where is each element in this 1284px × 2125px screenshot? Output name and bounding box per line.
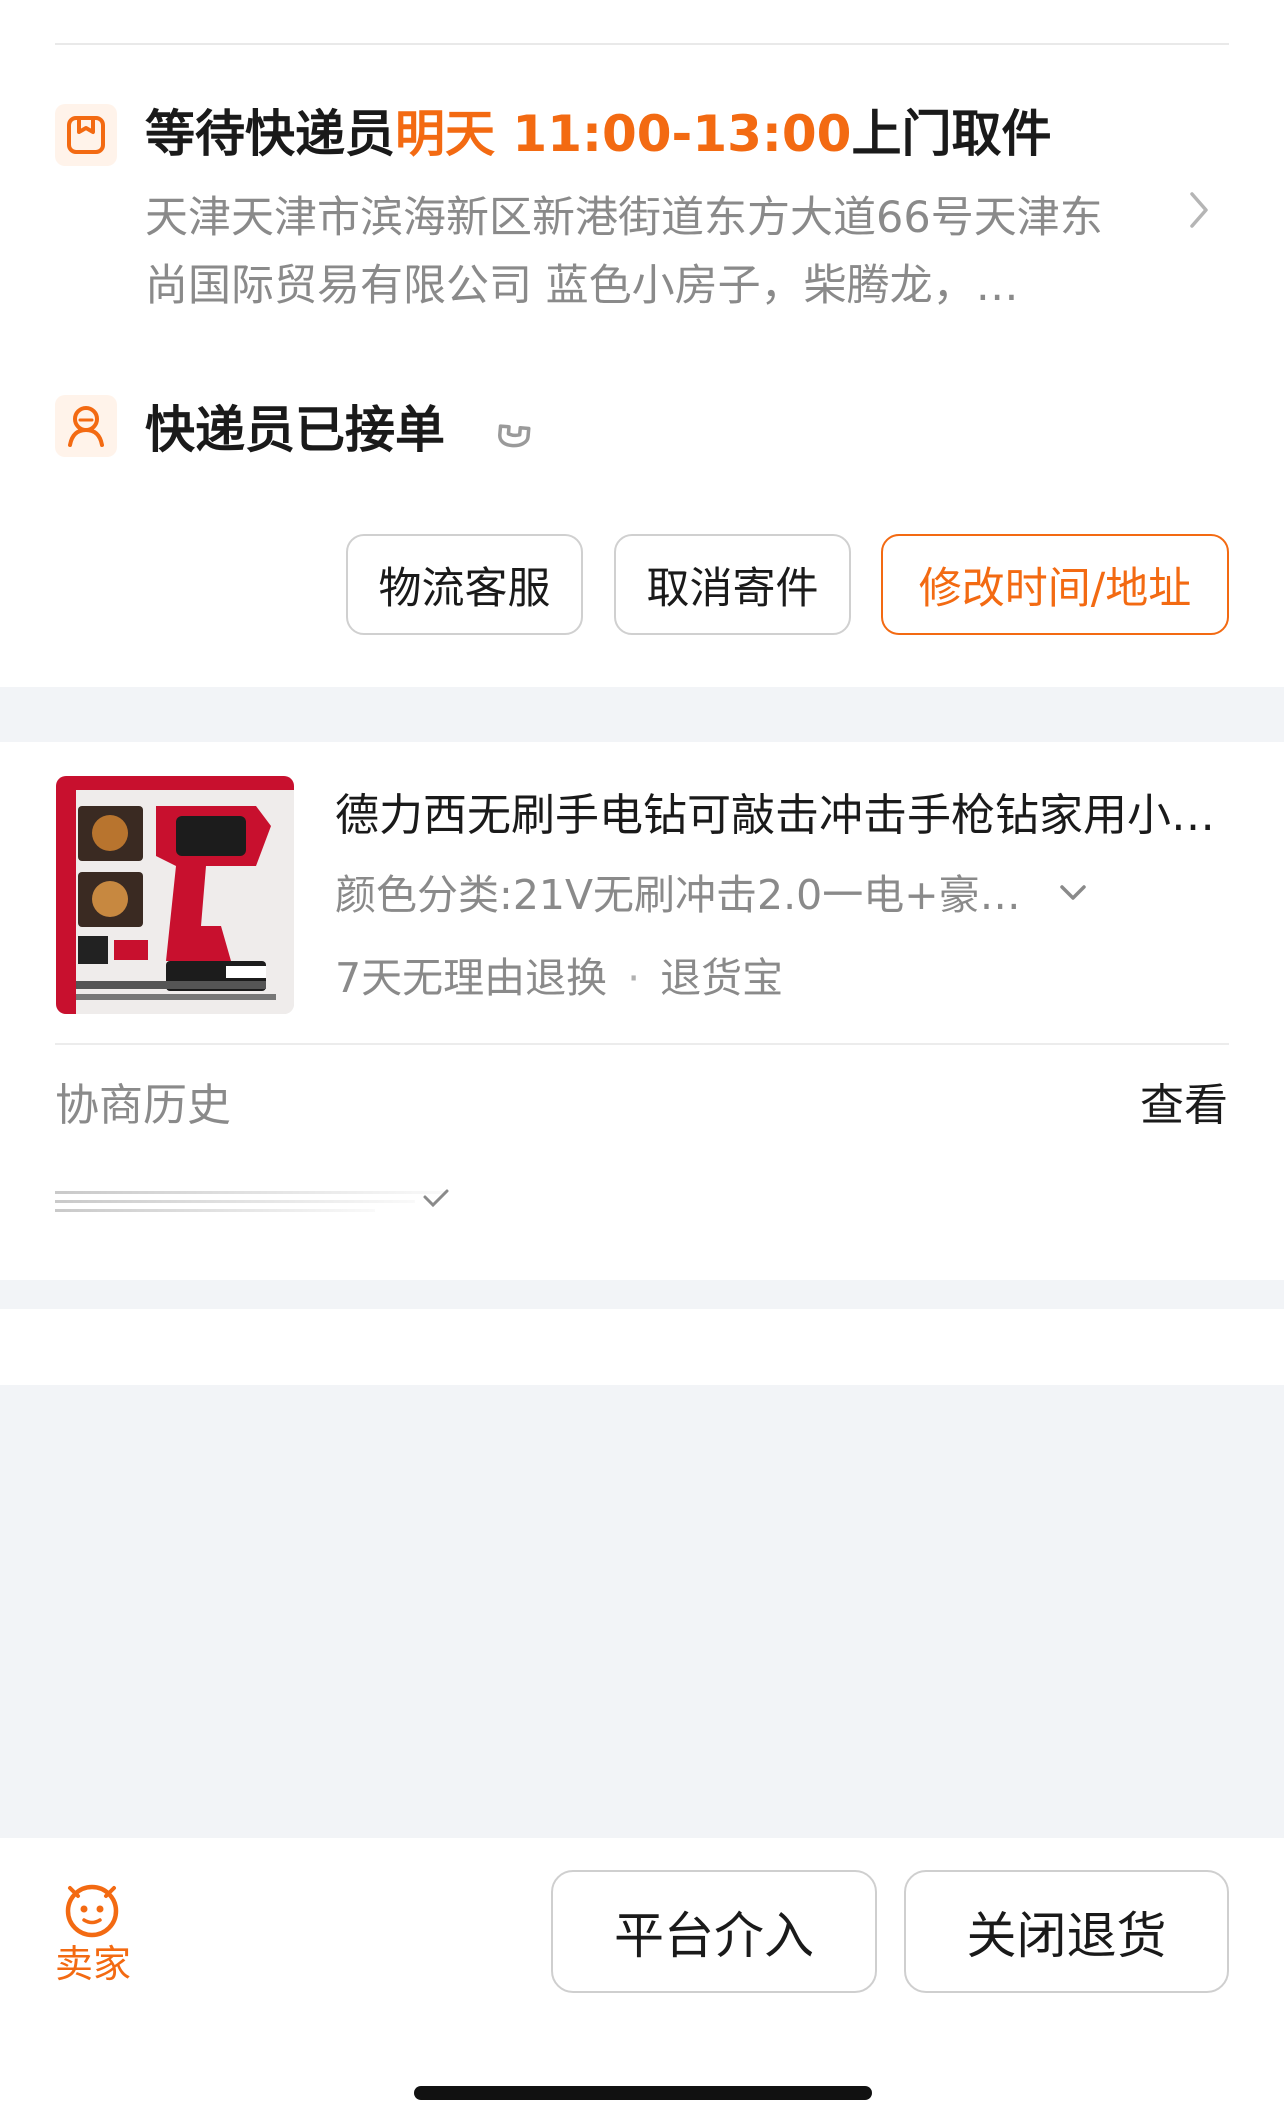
seller-label[interactable]: 卖家 <box>55 1938 131 1990</box>
pickup-title-suffix: 上门取件 <box>851 105 1052 163</box>
courier-status: 快递员已接单 <box>145 401 445 459</box>
bottom-action-bar: 卖家 平台介入 关闭退货 <box>0 1838 1284 2125</box>
pickup-title-prefix: 等待快递员 <box>145 105 395 163</box>
chevron-right-icon[interactable] <box>1184 190 1214 230</box>
close-return-button[interactable]: 关闭退货 <box>904 1870 1229 1993</box>
tag-insurance: 退货宝 <box>660 954 784 1002</box>
home-indicator[interactable] <box>414 2086 872 2100</box>
pickup-time: 明天 11:00-13:00 <box>395 105 852 163</box>
platform-intervene-button[interactable]: 平台介入 <box>551 1870 877 1993</box>
courier-icon <box>55 395 117 457</box>
seller-icon[interactable] <box>60 1878 124 1938</box>
product-tags: 7天无理由退换 · 退货宝 <box>335 950 783 1006</box>
product-title[interactable]: 德力西无刷手电钻可敲击冲击手枪钻家用小… <box>335 786 1235 846</box>
history-label: 协商历史 <box>55 1080 231 1131</box>
pickup-title: 等待快递员明天 11:00-13:00上门取件 <box>145 102 1051 166</box>
modify-time-address-button[interactable]: 修改时间/地址 <box>881 534 1229 635</box>
tag-separator: · <box>627 954 641 1002</box>
package-icon <box>55 104 117 166</box>
divider <box>55 1043 1229 1045</box>
divider <box>55 43 1229 45</box>
logistics-service-button[interactable]: 物流客服 <box>346 534 583 635</box>
chevron-down-icon[interactable] <box>1058 882 1088 904</box>
phone-icon[interactable] <box>488 405 538 455</box>
history-loading-placeholder <box>55 1189 449 1212</box>
product-thumbnail[interactable] <box>56 776 294 1014</box>
pickup-address[interactable]: 天津天津市滨海新区新港街道东方大道66号天津东尚国际贸易有限公司 蓝色小房子，柴… <box>145 184 1135 320</box>
tag-return: 7天无理由退换 <box>335 954 608 1002</box>
cancel-shipment-button[interactable]: 取消寄件 <box>614 534 851 635</box>
pickup-card: 等待快递员明天 11:00-13:00上门取件 天津天津市滨海新区新港街道东方大… <box>0 0 1284 687</box>
spacer-band <box>0 1309 1284 1385</box>
history-view-link[interactable]: 查看 <box>1140 1076 1228 1136</box>
product-spec[interactable]: 颜色分类:21V无刷冲击2.0一电+豪… <box>335 867 1021 923</box>
